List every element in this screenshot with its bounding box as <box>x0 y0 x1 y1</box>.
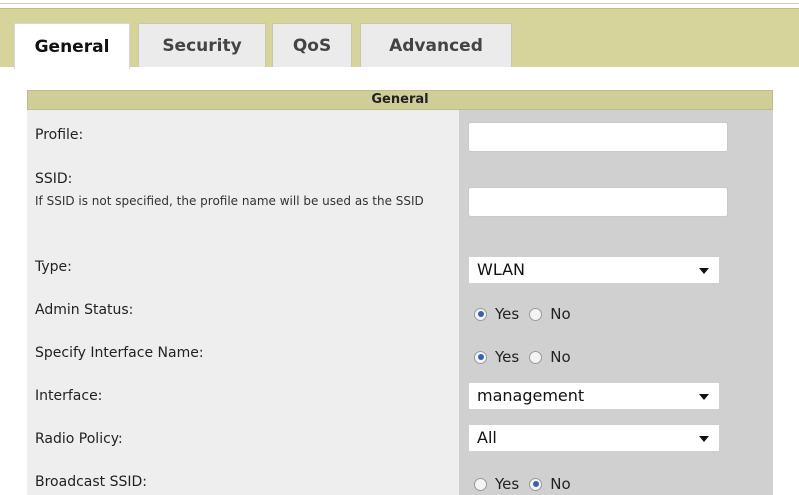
chevron-down-icon <box>699 268 709 274</box>
profile-input[interactable] <box>468 122 728 152</box>
specify-interface-name-no-radio[interactable] <box>529 350 543 364</box>
ssid-input[interactable] <box>468 187 728 217</box>
admin-status-radio-group: Yes No <box>474 304 581 324</box>
radio-policy-selected-value: All <box>477 428 497 447</box>
broadcast-ssid-radio-group: Yes No <box>474 474 581 494</box>
top-divider <box>0 3 799 4</box>
admin-status-no-label: No <box>550 305 571 323</box>
type-label: Type: <box>35 259 72 275</box>
interface-label: Interface: <box>35 388 103 404</box>
profile-label: Profile: <box>35 127 84 143</box>
specify-interface-name-radio-group: Yes No <box>474 347 581 367</box>
broadcast-ssid-label: Broadcast SSID: <box>35 474 147 490</box>
ssid-label: SSID: <box>35 171 73 187</box>
admin-status-label: Admin Status: <box>35 302 134 318</box>
panel-title: General <box>27 90 773 110</box>
ssid-label-block: SSID: If SSID is not specified, the prof… <box>35 171 455 210</box>
interface-select[interactable]: management <box>468 382 720 410</box>
broadcast-ssid-no-label: No <box>550 475 571 493</box>
specify-interface-name-label: Specify Interface Name: <box>35 345 204 361</box>
chevron-down-icon <box>699 436 709 442</box>
general-panel: General Profile: SSID: If SSID is not sp… <box>27 90 773 495</box>
admin-status-no-radio[interactable] <box>529 307 543 321</box>
broadcast-ssid-yes-label: Yes <box>495 475 520 493</box>
type-selected-value: WLAN <box>477 260 526 279</box>
tab-qos[interactable]: QoS <box>272 23 352 67</box>
chevron-down-icon <box>699 394 709 400</box>
type-select[interactable]: WLAN <box>468 256 720 284</box>
ssid-hint: If SSID is not specified, the profile na… <box>35 194 424 208</box>
tab-advanced[interactable]: Advanced <box>360 23 512 67</box>
specify-interface-name-yes-label: Yes <box>495 348 520 366</box>
label-column: Profile: SSID: If SSID is not specified,… <box>27 110 459 495</box>
broadcast-ssid-no-radio[interactable] <box>529 477 543 491</box>
specify-interface-name-yes-radio[interactable] <box>474 350 487 364</box>
tab-security[interactable]: Security <box>138 23 266 67</box>
broadcast-ssid-yes-radio[interactable] <box>474 477 487 491</box>
radio-policy-select[interactable]: All <box>468 424 720 452</box>
tab-bar: General Security QoS Advanced <box>0 8 799 69</box>
admin-status-yes-label: Yes <box>495 305 520 323</box>
specify-interface-name-no-label: No <box>550 348 571 366</box>
admin-status-yes-radio[interactable] <box>474 307 487 321</box>
radio-policy-label: Radio Policy: <box>35 431 123 447</box>
tab-general[interactable]: General <box>14 23 130 69</box>
interface-selected-value: management <box>477 386 585 405</box>
